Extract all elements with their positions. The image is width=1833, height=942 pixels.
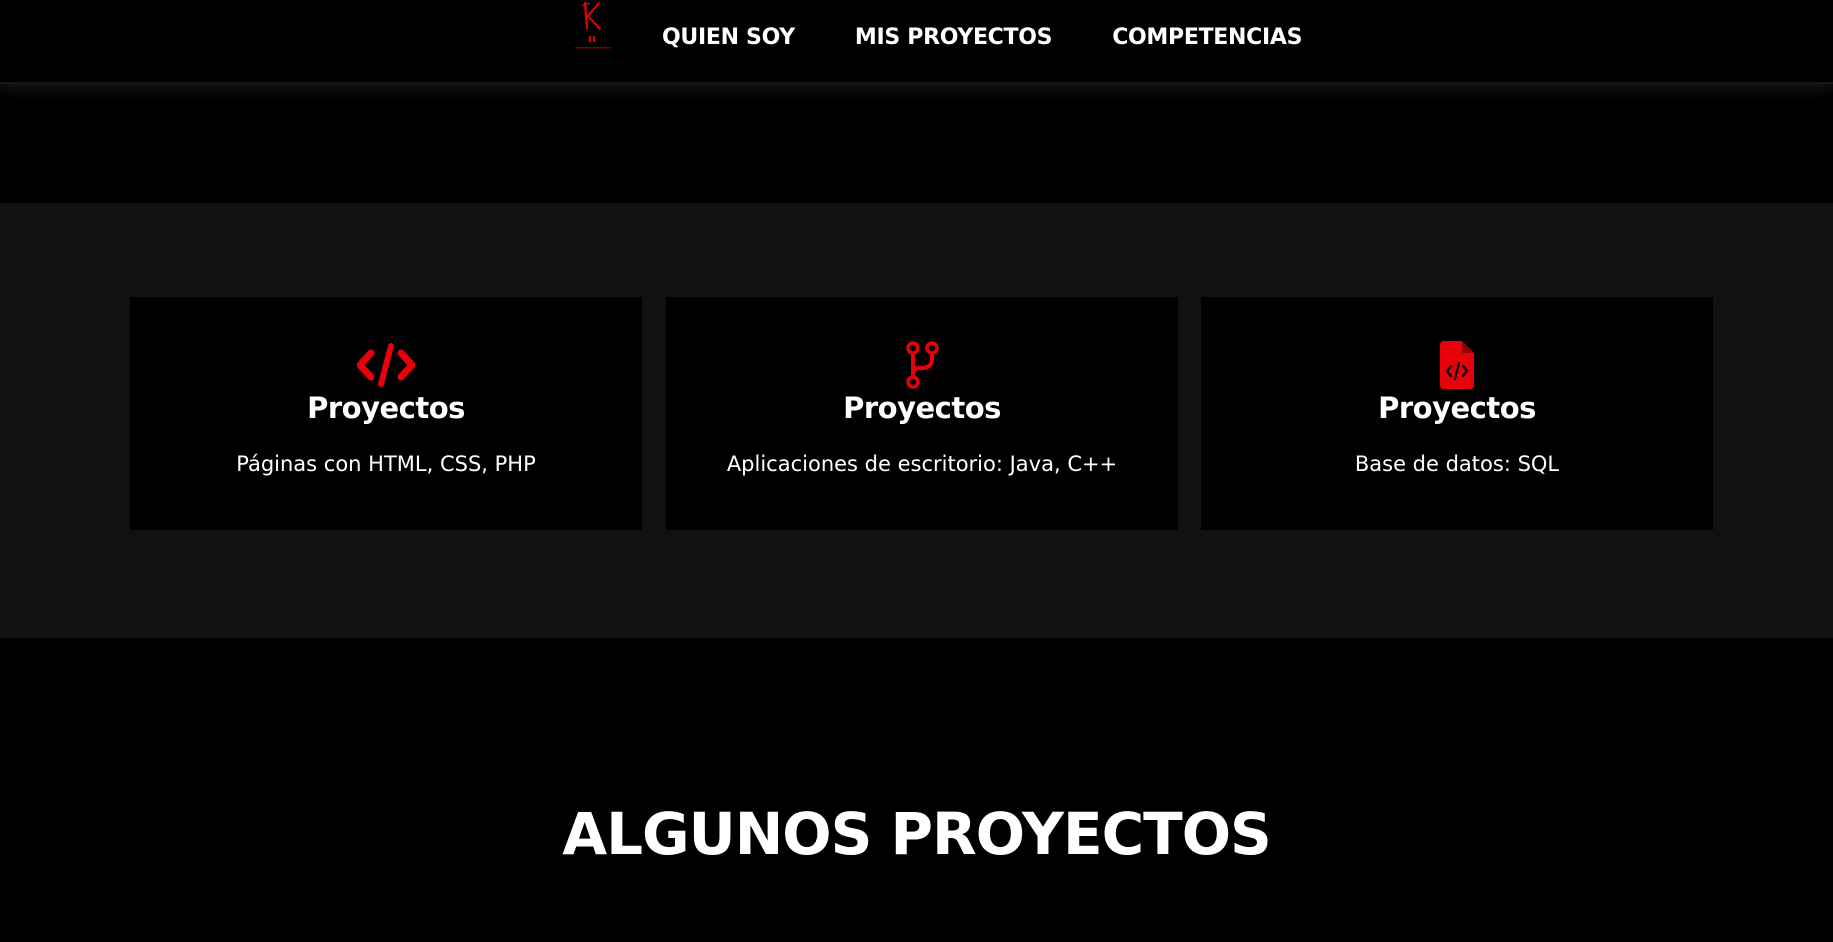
service-card-description: Páginas con HTML, CSS, PHP — [236, 452, 536, 476]
service-card-title: Proyectos — [307, 391, 465, 425]
k-monogram-logo-icon[interactable] — [566, 0, 620, 56]
top-navbar: QUIEN SOY MIS PROYECTOS COMPETENCIAS — [0, 0, 1833, 84]
service-card-web: Proyectos Páginas con HTML, CSS, PHP — [130, 297, 642, 530]
nav-link-competencias[interactable]: COMPETENCIAS — [1112, 25, 1302, 50]
service-card-description: Base de datos: SQL — [1354, 452, 1560, 476]
services-section: Proyectos Páginas con HTML, CSS, PHP Pro… — [0, 203, 1833, 638]
service-card-description: Aplicaciones de escritorio: Java, C++ — [726, 452, 1118, 476]
code-branch-icon — [892, 341, 952, 389]
projects-heading: ALGUNOS PROYECTOS — [562, 800, 1272, 868]
service-card-title: Proyectos — [1378, 391, 1536, 425]
hero-spacer — [0, 84, 1833, 203]
nav-link-quien-soy[interactable]: QUIEN SOY — [662, 25, 795, 50]
service-card-title: Proyectos — [843, 391, 1001, 425]
service-card-desktop: Proyectos Aplicaciones de escritorio: Ja… — [666, 297, 1178, 530]
main-nav: QUIEN SOY MIS PROYECTOS COMPETENCIAS — [662, 22, 1302, 52]
nav-link-mis-proyectos[interactable]: MIS PROYECTOS — [855, 25, 1053, 50]
service-card-database: Proyectos Base de datos: SQL — [1201, 297, 1713, 530]
code-icon — [356, 341, 416, 389]
file-code-icon — [1427, 341, 1487, 389]
